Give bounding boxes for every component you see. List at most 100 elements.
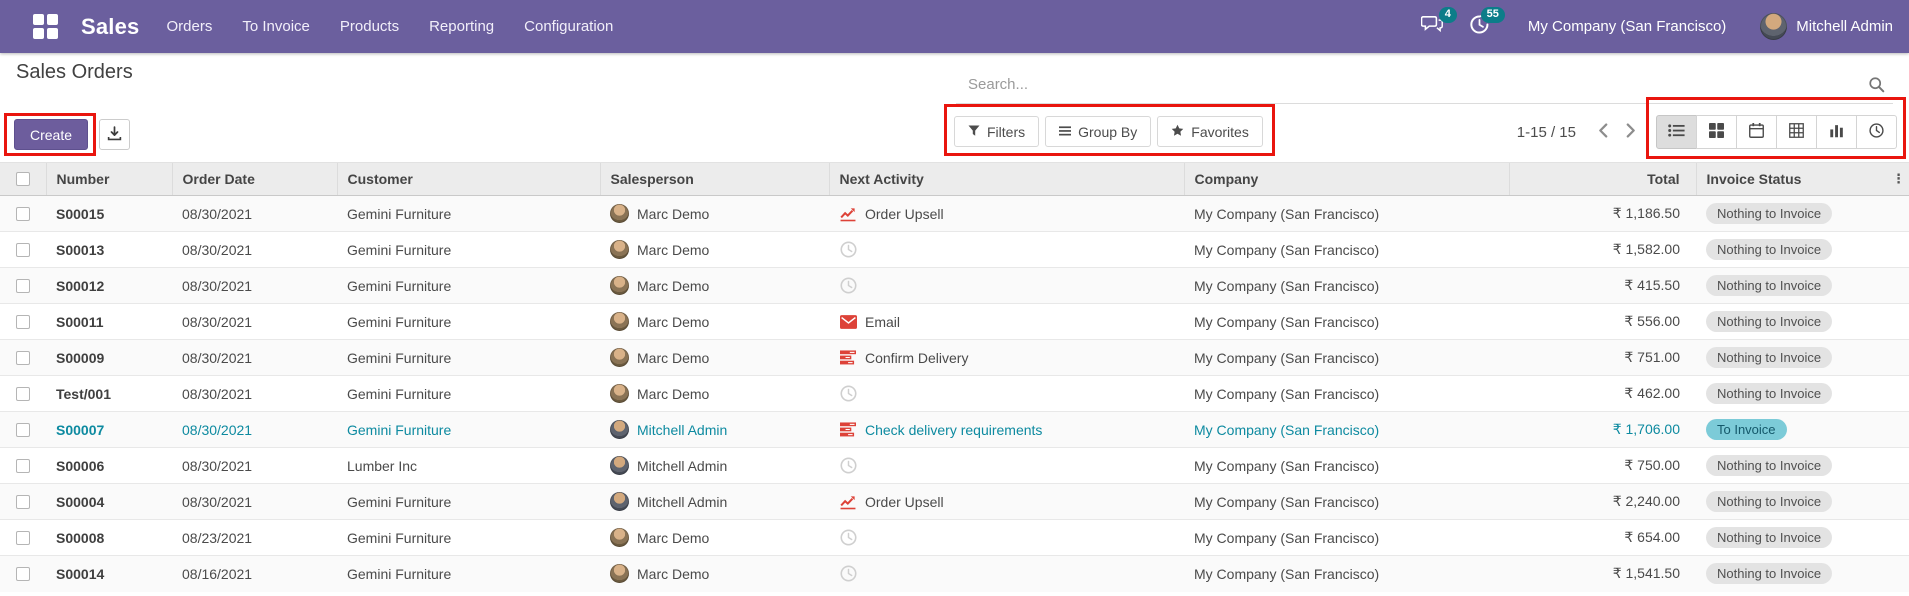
clock-icon[interactable]: [839, 565, 857, 582]
table-row[interactable]: S0001308/30/2021Gemini FurnitureMarc Dem…: [0, 232, 1909, 268]
column-header-customer[interactable]: Customer: [337, 163, 600, 196]
salesperson-name: Marc Demo: [637, 242, 709, 258]
salesperson-avatar: [610, 492, 629, 511]
table-row[interactable]: S0001108/30/2021Gemini FurnitureMarc Dem…: [0, 304, 1909, 340]
order-total: ₹ 654.00: [1509, 520, 1696, 556]
row-checkbox[interactable]: [16, 531, 30, 545]
table-row[interactable]: S0000608/30/2021Lumber IncMitchell Admin…: [0, 448, 1909, 484]
company-switcher[interactable]: My Company (San Francisco): [1528, 18, 1726, 35]
chart-icon[interactable]: [839, 206, 857, 222]
clock-icon[interactable]: [839, 385, 857, 402]
pivot-view-button[interactable]: [1776, 115, 1817, 149]
kanban-view-button[interactable]: [1696, 115, 1737, 149]
order-number: S00007: [46, 412, 172, 448]
pager-range[interactable]: 1-15 / 15: [1517, 124, 1576, 141]
order-date: 08/30/2021: [172, 448, 337, 484]
order-date: 08/30/2021: [172, 340, 337, 376]
menu-orders[interactable]: Orders: [152, 0, 228, 53]
table-row[interactable]: S0000808/23/2021Gemini FurnitureMarc Dem…: [0, 520, 1909, 556]
pager-next-button[interactable]: [1622, 119, 1640, 145]
control-panel: Sales Orders Create Filters Group By Fav…: [0, 53, 1909, 162]
menu-to-invoice[interactable]: To Invoice: [227, 0, 325, 53]
table-row[interactable]: S0001208/30/2021Gemini FurnitureMarc Dem…: [0, 268, 1909, 304]
order-date: 08/30/2021: [172, 484, 337, 520]
row-checkbox[interactable]: [16, 279, 30, 293]
salesperson-avatar: [610, 348, 629, 367]
select-all-checkbox-cell[interactable]: [0, 163, 46, 196]
column-header-next-activity[interactable]: Next Activity: [829, 163, 1184, 196]
row-checkbox[interactable]: [16, 315, 30, 329]
customer-name: Gemini Furniture: [337, 340, 600, 376]
row-checkbox[interactable]: [16, 459, 30, 473]
group-by-button[interactable]: Group By: [1045, 116, 1151, 147]
table-row[interactable]: S0001408/16/2021Gemini FurnitureMarc Dem…: [0, 556, 1909, 592]
activity-label: Confirm Delivery: [865, 350, 968, 366]
order-number: Test/001: [46, 376, 172, 412]
clock-icon[interactable]: [839, 457, 857, 474]
email-icon[interactable]: [839, 315, 857, 329]
pager-previous-button[interactable]: [1594, 119, 1612, 145]
menu-products[interactable]: Products: [325, 0, 414, 53]
optional-columns-icon[interactable]: ⋮: [1892, 171, 1905, 187]
column-header-company[interactable]: Company: [1184, 163, 1509, 196]
filters-label: Filters: [987, 124, 1025, 140]
graph-view-button[interactable]: [1816, 115, 1857, 149]
column-header-number[interactable]: Number: [46, 163, 172, 196]
table-row[interactable]: S0001508/30/2021Gemini FurnitureMarc Dem…: [0, 196, 1909, 232]
filters-button[interactable]: Filters: [954, 116, 1039, 147]
salesperson-avatar: [610, 420, 629, 439]
chart-icon[interactable]: [839, 494, 857, 510]
customer-name: Gemini Furniture: [337, 412, 600, 448]
row-checkbox[interactable]: [16, 243, 30, 257]
salesperson-avatar: [610, 564, 629, 583]
activities-button[interactable]: 55: [1462, 0, 1498, 53]
calendar-view-icon: [1749, 123, 1764, 141]
create-button[interactable]: Create: [14, 119, 88, 150]
customer-name: Gemini Furniture: [337, 232, 600, 268]
row-checkbox[interactable]: [16, 423, 30, 437]
graph-view-icon: [1829, 123, 1844, 141]
search-icon[interactable]: [1868, 76, 1885, 98]
row-checkbox[interactable]: [16, 207, 30, 221]
column-header-order-date[interactable]: Order Date: [172, 163, 337, 196]
clock-icon[interactable]: [839, 241, 857, 258]
export-button[interactable]: [99, 119, 130, 150]
tasks-icon[interactable]: [839, 422, 857, 437]
favorites-button[interactable]: Favorites: [1157, 116, 1263, 147]
row-checkbox[interactable]: [16, 387, 30, 401]
order-number: S00008: [46, 520, 172, 556]
invoice-status-badge: Nothing to Invoice: [1706, 383, 1832, 404]
row-checkbox[interactable]: [16, 351, 30, 365]
row-checkbox[interactable]: [16, 567, 30, 581]
tasks-icon[interactable]: [839, 350, 857, 365]
table-row[interactable]: S0000708/30/2021Gemini FurnitureMitchell…: [0, 412, 1909, 448]
order-total: ₹ 556.00: [1509, 304, 1696, 340]
order-date: 08/16/2021: [172, 556, 337, 592]
calendar-view-button[interactable]: [1736, 115, 1777, 149]
search-input[interactable]: [956, 65, 1893, 103]
menu-reporting[interactable]: Reporting: [414, 0, 509, 53]
apps-grid-icon[interactable]: [33, 14, 59, 40]
list-view-button[interactable]: [1656, 115, 1697, 149]
user-menu[interactable]: Mitchell Admin: [1760, 13, 1893, 40]
order-number: S00015: [46, 196, 172, 232]
column-header-total[interactable]: Total: [1509, 163, 1696, 196]
order-date: 08/30/2021: [172, 196, 337, 232]
invoice-status-badge: To Invoice: [1706, 419, 1787, 440]
menu-configuration[interactable]: Configuration: [509, 0, 628, 53]
activity-label: Order Upsell: [865, 494, 944, 510]
salesperson-name: Marc Demo: [637, 350, 709, 366]
row-checkbox[interactable]: [16, 495, 30, 509]
table-row[interactable]: Test/00108/30/2021Gemini FurnitureMarc D…: [0, 376, 1909, 412]
column-header-salesperson[interactable]: Salesperson: [600, 163, 829, 196]
clock-icon[interactable]: [839, 277, 857, 294]
app-name[interactable]: Sales: [81, 14, 140, 40]
activity-view-button[interactable]: [1856, 115, 1897, 149]
table-row[interactable]: S0000408/30/2021Gemini FurnitureMitchell…: [0, 484, 1909, 520]
column-header-invoice-status[interactable]: Invoice Status ⋮: [1696, 163, 1909, 196]
table-row[interactable]: S0000908/30/2021Gemini FurnitureMarc Dem…: [0, 340, 1909, 376]
messages-button[interactable]: 4: [1414, 0, 1450, 53]
order-total: ₹ 751.00: [1509, 340, 1696, 376]
clock-icon[interactable]: [839, 529, 857, 546]
select-all-checkbox[interactable]: [16, 172, 30, 186]
